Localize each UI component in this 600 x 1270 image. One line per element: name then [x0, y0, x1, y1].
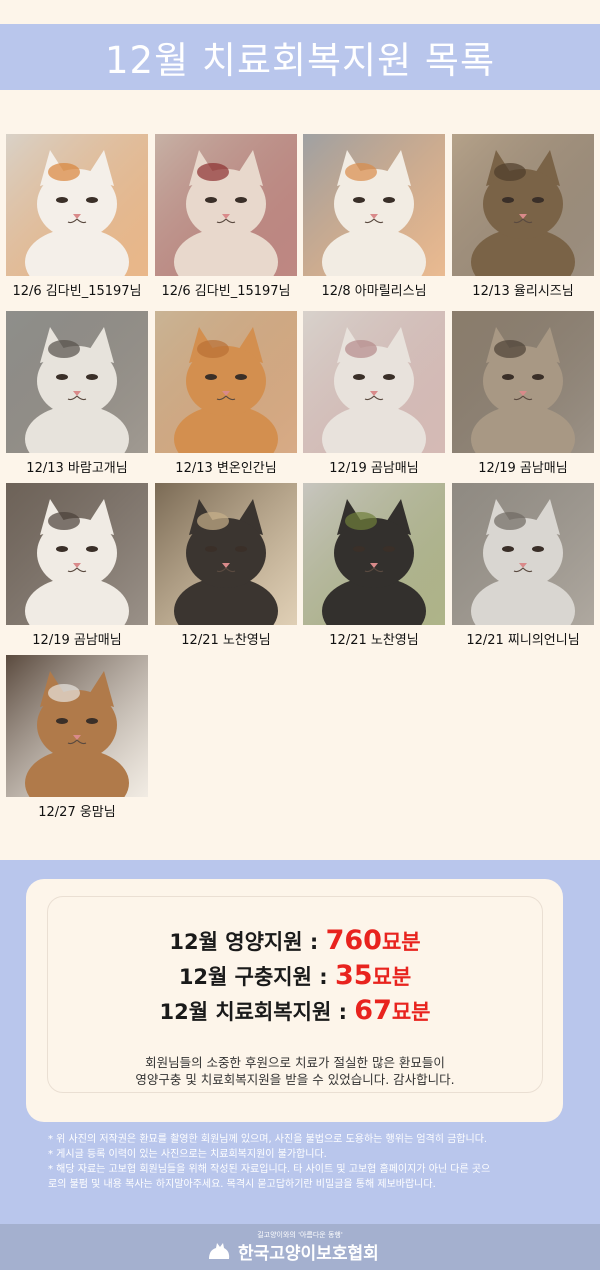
parasite-unit: 묘분: [372, 965, 412, 989]
photo-caption: 12/19 곰남매님: [478, 461, 568, 476]
photo-card: 12/13 바람고개님: [6, 311, 148, 476]
photo-caption: 12/27 웅맘님: [38, 805, 116, 820]
summary-card: 12월 영양지원 : 760묘분 12월 구충지원 : 35묘분 12월 치료회…: [26, 879, 563, 1122]
cat-illustration-icon: [452, 483, 594, 625]
photo-caption: 12/21 노찬영님: [181, 633, 271, 648]
thanks-line-2: 영양구충 및 치료회복지원을 받을 수 있었습니다. 감사합니다.: [135, 1072, 455, 1087]
org-name: 한국고양이보호협회: [238, 1243, 379, 1264]
title-banner: 12월 치료회복지원 목록: [0, 24, 600, 90]
cat-illustration-icon: [452, 134, 594, 276]
cat-photo: [155, 483, 297, 625]
cat-photo: [303, 134, 445, 276]
cat-illustration-icon: [303, 311, 445, 453]
photo-card: 12/19 곰남매님: [452, 311, 594, 476]
cat-photo: [452, 311, 594, 453]
nutrition-unit: 묘분: [381, 930, 421, 954]
cat-illustration-icon: [6, 483, 148, 625]
cat-illustration-icon: [155, 134, 297, 276]
photo-card: 12/13 변온인간님: [155, 311, 297, 476]
photo-card: 12/8 아마릴리스님: [303, 134, 445, 299]
note-line: 로의 불펌 및 내용 복사는 하지말아주세요. 목격시 묻고답하기란 비밀글을 …: [48, 1179, 436, 1190]
photo-card: 12/19 곰남매님: [6, 483, 148, 648]
cat-photo: [155, 311, 297, 453]
cat-illustration-icon: [303, 134, 445, 276]
treatment-label: 12월 치료회복지원 :: [159, 1000, 355, 1024]
note-line: * 게시글 등록 이력이 있는 사진으로는 치료회복지원이 불가합니다.: [48, 1149, 327, 1160]
nutrition-label: 12월 영양지원 :: [169, 930, 326, 954]
photo-card: 12/6 김다빈_15197님: [6, 134, 148, 299]
cat-illustration-icon: [303, 483, 445, 625]
photo-caption: 12/13 바람고개님: [26, 461, 128, 476]
cat-photo: [303, 311, 445, 453]
parasite-value: 35: [334, 960, 373, 991]
treatment-stat: 12월 치료회복지원 : 67묘분: [48, 995, 542, 1026]
note-line: * 위 사진의 저작권은 환묘를 촬영한 회원님께 있으며, 사진을 불법으로 …: [48, 1134, 488, 1145]
cat-illustration-icon: [6, 655, 148, 797]
nutrition-value: 760: [325, 925, 382, 956]
photo-caption: 12/6 김다빈_15197님: [161, 284, 291, 299]
photo-caption: 12/8 아마릴리스님: [321, 284, 427, 299]
cat-illustration-icon: [155, 311, 297, 453]
photo-card: 12/21 노찬영님: [155, 483, 297, 648]
cat-photo: [452, 483, 594, 625]
note-line: * 해당 자료는 고보협 회원님들을 위해 작성된 자료입니다. 타 사이트 및…: [48, 1164, 491, 1175]
cat-illustration-icon: [452, 311, 594, 453]
thanks-message: 회원님들의 소중한 후원으로 치료가 절실한 많은 환묘들이 영양구충 및 치료…: [48, 1054, 542, 1088]
treatment-value: 67: [354, 995, 392, 1026]
parasite-stat: 12월 구충지원 : 35묘분: [48, 960, 542, 991]
photo-card: 12/21 노찬영님: [303, 483, 445, 648]
summary-inner-box: 12월 영양지원 : 760묘분 12월 구충지원 : 35묘분 12월 치료회…: [47, 896, 543, 1093]
summary-section: 12월 영양지원 : 760묘분 12월 구충지원 : 35묘분 12월 치료회…: [0, 860, 600, 1270]
thanks-line-1: 회원님들의 소중한 후원으로 치료가 절실한 많은 환묘들이: [145, 1055, 445, 1070]
photo-caption: 12/21 찌니의언니님: [466, 633, 580, 648]
photo-caption: 12/19 곰남매님: [32, 633, 122, 648]
nutrition-stat: 12월 영양지원 : 760묘분: [48, 925, 542, 956]
photo-card: 12/19 곰남매님: [303, 311, 445, 476]
cat-illustration-icon: [6, 311, 148, 453]
photo-caption: 12/13 율리시즈님: [472, 284, 574, 299]
cat-photo: [6, 483, 148, 625]
cat-logo-icon: [209, 1243, 230, 1259]
photo-card: 12/13 율리시즈님: [452, 134, 594, 299]
cat-photo: [6, 655, 148, 797]
cat-photo: [155, 134, 297, 276]
cat-illustration-icon: [155, 483, 297, 625]
photo-caption: 12/21 노찬영님: [329, 633, 419, 648]
photo-caption: 12/6 김다빈_15197님: [12, 284, 142, 299]
photo-card: 12/27 웅맘님: [6, 655, 148, 820]
cat-illustration-icon: [6, 134, 148, 276]
cat-photo: [452, 134, 594, 276]
treatment-unit: 묘분: [391, 1000, 431, 1024]
org-logo: 한국고양이보호협회: [206, 1240, 379, 1264]
photo-card: 12/21 찌니의언니님: [452, 483, 594, 648]
copyright-notes: * 위 사진의 저작권은 환묘를 촬영한 회원님께 있으며, 사진을 불법으로 …: [48, 1132, 568, 1192]
cat-photo: [6, 311, 148, 453]
page-title: 12월 치료회복지원 목록: [105, 39, 495, 82]
parasite-label: 12월 구충지원 :: [178, 965, 335, 989]
cat-photo: [303, 483, 445, 625]
photo-caption: 12/19 곰남매님: [329, 461, 419, 476]
footer: 길고양이와의 '아름다운 동행' 한국고양이보호협회: [0, 1224, 600, 1270]
cat-photo: [6, 134, 148, 276]
photo-card: 12/6 김다빈_15197님: [155, 134, 297, 299]
photo-caption: 12/13 변온인간님: [175, 461, 277, 476]
